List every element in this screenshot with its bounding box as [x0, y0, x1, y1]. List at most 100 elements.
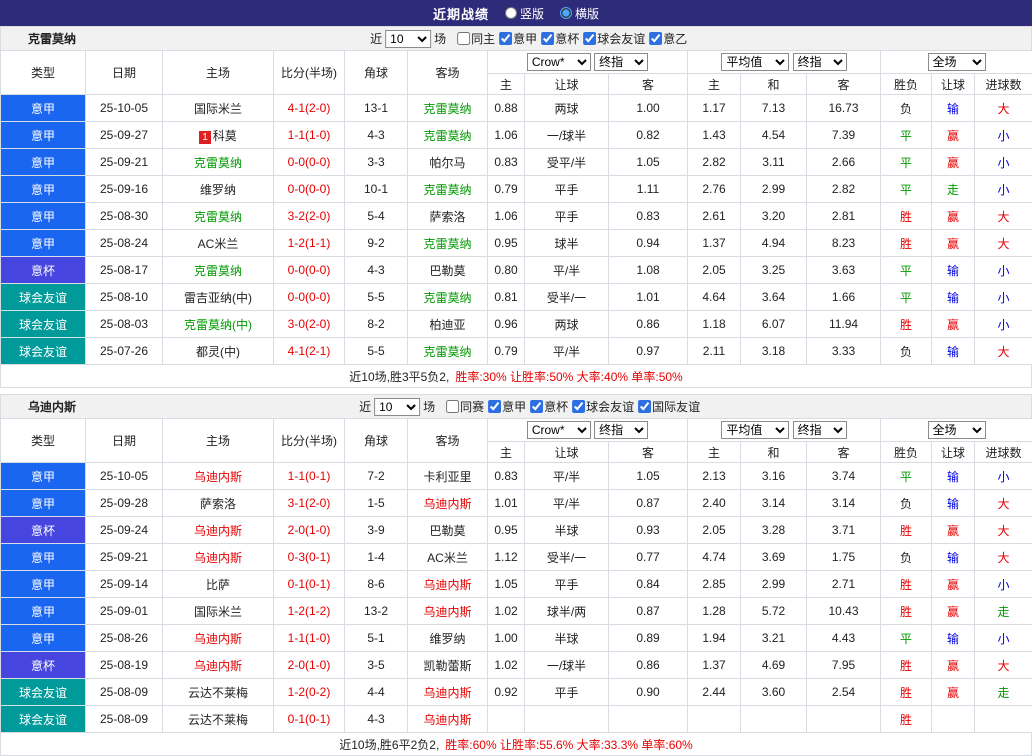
filter-checkbox[interactable] — [583, 32, 596, 45]
result-handicap: 赢 — [932, 652, 975, 679]
result-handicap: 赢 — [932, 230, 975, 257]
avg-home: 2.13 — [688, 463, 741, 490]
result-goals: 小 — [975, 257, 1032, 284]
table-header-group-row: 类型 日期 主场 比分(半场) 角球 客场 Crow* 终指 平均值 终指 — [1, 51, 1032, 74]
vertical-layout-radio[interactable] — [505, 7, 517, 19]
avg-draw: 3.21 — [741, 625, 807, 652]
average-select[interactable]: 平均值 — [721, 421, 789, 439]
score: 3-1(2-0) — [274, 490, 345, 517]
filter-option[interactable]: 同主 — [457, 30, 495, 47]
filter-checkbox[interactable] — [541, 32, 554, 45]
avg-away: 3.33 — [807, 338, 881, 365]
away-team: 克雷莫纳 — [408, 176, 488, 203]
col-header-result-handicap: 让球 — [932, 442, 975, 463]
match-count-select[interactable]: 10 — [385, 30, 431, 48]
bookmaker-select[interactable]: Crow* — [527, 53, 591, 71]
filter-checkbox[interactable] — [649, 32, 662, 45]
match-type: 意甲 — [1, 122, 86, 149]
filter-option[interactable]: 意杯 — [530, 398, 568, 415]
result-goals: 小 — [975, 122, 1032, 149]
odds-away: 0.87 — [609, 598, 688, 625]
match-type: 意杯 — [1, 517, 86, 544]
avg-draw: 4.54 — [741, 122, 807, 149]
odds-index-select[interactable]: 终指 — [594, 421, 648, 439]
odds-handicap: 半球 — [525, 517, 609, 544]
filter-checkbox[interactable] — [572, 400, 585, 413]
away-team: 乌迪内斯 — [408, 571, 488, 598]
match-type: 意甲 — [1, 176, 86, 203]
avg-home: 2.82 — [688, 149, 741, 176]
match-row: 意甲25-09-21乌迪内斯0-3(0-1)1-4AC米兰1.12受半/一0.7… — [1, 544, 1032, 571]
match-row: 意甲25-08-30克雷莫纳3-2(2-0)5-4萨索洛1.06平手0.832.… — [1, 203, 1032, 230]
result-handicap: 输 — [932, 95, 975, 122]
result-outcome: 胜 — [881, 230, 932, 257]
odds-away: 1.01 — [609, 284, 688, 311]
avg-index-select[interactable]: 终指 — [793, 53, 847, 71]
result-goals: 小 — [975, 625, 1032, 652]
avg-away: 2.54 — [807, 679, 881, 706]
match-type: 意甲 — [1, 571, 86, 598]
avg-home: 2.05 — [688, 257, 741, 284]
layout-option-vertical[interactable]: 竖版 — [505, 5, 544, 22]
filter-checkbox[interactable] — [446, 400, 459, 413]
result-handicap: 赢 — [932, 598, 975, 625]
result-outcome: 负 — [881, 544, 932, 571]
horizontal-layout-radio[interactable] — [560, 7, 572, 19]
result-handicap: 输 — [932, 284, 975, 311]
odds-handicap: 平手 — [525, 679, 609, 706]
vertical-layout-label: 竖版 — [520, 5, 544, 22]
filter-option[interactable]: 同赛 — [446, 398, 484, 415]
corners: 5-1 — [345, 625, 408, 652]
corners: 4-3 — [345, 706, 408, 733]
scope-select[interactable]: 全场 — [928, 421, 986, 439]
filter-checkbox[interactable] — [638, 400, 651, 413]
result-outcome: 平 — [881, 625, 932, 652]
match-count-select[interactable]: 10 — [374, 398, 420, 416]
layout-option-horizontal[interactable]: 横版 — [560, 5, 599, 22]
average-select[interactable]: 平均值 — [721, 53, 789, 71]
col-header-result-outcome: 胜负 — [881, 442, 932, 463]
col-header-score: 比分(半场) — [274, 51, 345, 95]
col-header-avg-draw: 和 — [741, 74, 807, 95]
home-team: 比萨 — [163, 571, 274, 598]
avg-index-select[interactable]: 终指 — [793, 421, 847, 439]
filter-checkbox[interactable] — [530, 400, 543, 413]
odds-home: 1.00 — [488, 625, 525, 652]
odds-handicap: 两球 — [525, 95, 609, 122]
filter-option[interactable]: 球会友谊 — [583, 30, 645, 47]
scope-select[interactable]: 全场 — [928, 53, 986, 71]
result-outcome: 胜 — [881, 598, 932, 625]
odds-index-select[interactable]: 终指 — [594, 53, 648, 71]
odds-handicap: 受半/一 — [525, 284, 609, 311]
filter-checkbox[interactable] — [457, 32, 470, 45]
filter-option[interactable]: 意杯 — [541, 30, 579, 47]
match-date: 25-08-03 — [86, 311, 163, 338]
filter-suffix: 场 — [423, 398, 435, 415]
home-team: 克雷莫纳 — [163, 257, 274, 284]
filter-option[interactable]: 意乙 — [649, 30, 687, 47]
summary-text: 近10场,胜6平2负2, — [339, 736, 439, 753]
table-header-group-row: 类型 日期 主场 比分(半场) 角球 客场 Crow* 终指 平均值 终指 — [1, 419, 1032, 442]
corners: 8-6 — [345, 571, 408, 598]
bookmaker-select[interactable]: Crow* — [527, 421, 591, 439]
home-team: 乌迪内斯 — [163, 463, 274, 490]
home-team: 克雷莫纳(中) — [163, 311, 274, 338]
avg-home: 2.44 — [688, 679, 741, 706]
result-group-header: 全场 — [881, 419, 1032, 442]
odds-handicap: 平/半 — [525, 463, 609, 490]
avg-draw: 2.99 — [741, 571, 807, 598]
corners: 13-1 — [345, 95, 408, 122]
filter-option[interactable]: 国际友谊 — [638, 398, 700, 415]
avg-draw: 7.13 — [741, 95, 807, 122]
match-type: 球会友谊 — [1, 679, 86, 706]
filter-checkbox[interactable] — [488, 400, 501, 413]
result-handicap: 赢 — [932, 571, 975, 598]
score: 1-2(1-1) — [274, 230, 345, 257]
match-date: 25-10-05 — [86, 463, 163, 490]
filter-option[interactable]: 球会友谊 — [572, 398, 634, 415]
filter-option[interactable]: 意甲 — [499, 30, 537, 47]
filter-option[interactable]: 意甲 — [488, 398, 526, 415]
odds-home: 0.79 — [488, 176, 525, 203]
filter-checkbox[interactable] — [499, 32, 512, 45]
result-goals: 大 — [975, 203, 1032, 230]
